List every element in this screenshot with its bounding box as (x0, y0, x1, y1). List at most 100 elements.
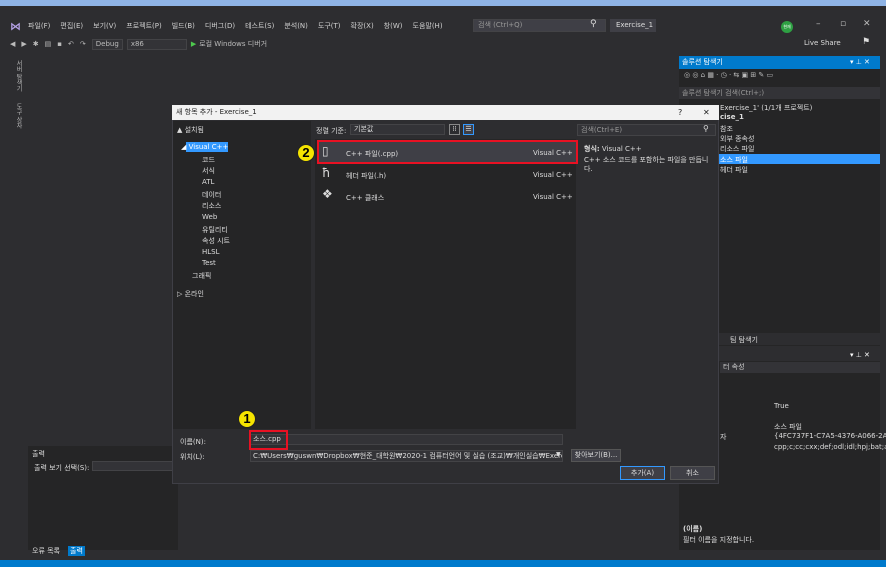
menu-extensions[interactable]: 확장(X) (351, 21, 374, 31)
restore-icon[interactable]: ▫ (840, 19, 846, 29)
properties-pin-icon[interactable]: ▾ ⊥ ✕ (850, 349, 870, 362)
sort-label: 정렬 기준: (316, 127, 347, 135)
server-explorer-tab[interactable]: 서버 탐색기 (13, 60, 23, 92)
tree-item-web[interactable]: Web (202, 213, 217, 221)
property-label-partial: 자 (720, 433, 727, 441)
cancel-button[interactable]: 취소 (670, 466, 715, 480)
config-select[interactable]: Debug (91, 38, 123, 50)
tree-item-source-files[interactable]: 소스 파일 (720, 155, 748, 165)
run-debugger-button[interactable]: 로컬 Windows 디버거 (199, 39, 267, 49)
avatar[interactable]: 현재 (781, 21, 793, 33)
forward-icon[interactable]: ▶ (21, 40, 26, 48)
tree-item-utility[interactable]: 유틸리티 (202, 225, 228, 235)
tree-item-code[interactable]: 코드 (202, 155, 215, 165)
menu-view[interactable]: 보기(V) (93, 21, 116, 31)
tree-item-test[interactable]: Test (202, 259, 216, 267)
property-value-extensions[interactable]: cpp;c;cc;cxx;def;odl;idl;hpj;bat;asm; (774, 443, 886, 451)
panel-pin-icon[interactable]: ▾ ⊥ ✕ (850, 56, 870, 69)
tree-item-references[interactable]: 참조 (720, 124, 733, 134)
menu-help[interactable]: 도움말(H) (413, 21, 443, 31)
solution-search-input[interactable]: 솔루션 탐색기 검색(Ctrl+;) (679, 87, 880, 99)
template-search-input[interactable]: 검색(Ctrl+E) (577, 124, 716, 136)
template-description: C++ 소스 코드를 포함하는 파일을 만듭니다. (584, 156, 709, 173)
type-label: 형식: (584, 145, 600, 153)
tree-item-graphics[interactable]: 그래픽 (192, 271, 211, 281)
name-field[interactable]: 소스.cpp (250, 434, 563, 445)
status-bar (0, 560, 886, 567)
platform-select[interactable]: x86 (126, 38, 187, 50)
tree-item-solution[interactable]: Exercise_1' (1/1개 프로젝트) (720, 103, 812, 113)
tab-error-list[interactable]: 오류 목록 (32, 546, 60, 556)
tree-item-hlsl[interactable]: HLSL (202, 248, 220, 256)
back-icon[interactable]: ◀ (10, 40, 15, 48)
sort-select[interactable]: 기본값 (350, 124, 445, 135)
search-icon[interactable]: ⚲ (703, 124, 709, 133)
tree-item-property-sheet[interactable]: 속성 시트 (202, 236, 230, 246)
output-source-label: 출력 보기 선택(S): (34, 464, 90, 472)
redo-icon[interactable]: ↷ (80, 40, 86, 48)
menu-file[interactable]: 파일(F) (28, 21, 50, 31)
run-icon[interactable]: ▶ (191, 40, 196, 48)
close-icon[interactable]: ✕ (703, 105, 710, 120)
window-top-strip (0, 0, 886, 6)
tree-item-external-deps[interactable]: 외부 종속성 (720, 134, 754, 144)
tree-installed[interactable]: ▲ 설치됨 (177, 125, 204, 135)
menu-tools[interactable]: 도구(T) (318, 21, 341, 31)
chevron-down-icon[interactable]: ▼ (556, 451, 561, 458)
template-cpp-class[interactable]: C++ 클래스 (346, 193, 384, 203)
annotation-box-name (249, 430, 288, 450)
undo-icon[interactable]: ↶ (68, 40, 74, 48)
property-desc-text: 필터 이름을 지정합니다. (683, 536, 755, 544)
cpp-class-icon: ❖ (322, 187, 333, 201)
callout-1: 1 (238, 410, 256, 428)
menu-debug[interactable]: 디버그(D) (205, 21, 235, 31)
tree-item-visual-cpp[interactable]: ◢ Visual C++ (181, 143, 228, 151)
menu-window[interactable]: 창(W) (384, 21, 403, 31)
property-value-true[interactable]: True (774, 402, 789, 410)
add-button[interactable]: 추가(A) (620, 466, 665, 480)
tree-item-atl[interactable]: ATL (202, 178, 214, 186)
menu-project[interactable]: 프로젝트(P) (126, 21, 161, 31)
close-window-icon[interactable]: ✕ (863, 19, 871, 29)
save-icon[interactable]: ▪ (57, 40, 62, 48)
menu-test[interactable]: 테스트(S) (245, 21, 274, 31)
tree-item-project[interactable]: cise_1 (720, 113, 744, 121)
tab-team-explorer[interactable]: 팀 탐색기 (730, 335, 758, 345)
tree-item-resource[interactable]: 리소스 (202, 201, 221, 211)
output-title: 출력 (32, 450, 45, 458)
help-button[interactable]: ? (678, 105, 682, 120)
output-source-select[interactable] (92, 461, 174, 471)
minimize-icon[interactable]: – (816, 19, 821, 29)
tree-item-visual-cpp-label: Visual C++ (188, 143, 229, 151)
grid-view-icon[interactable]: ⁞⁞ (449, 124, 460, 135)
toolbox-tab[interactable]: 도구 상자 (13, 103, 23, 129)
global-search-input[interactable]: 검색 (Ctrl+Q) (473, 19, 606, 32)
menu-analyze[interactable]: 분석(N) (284, 21, 308, 31)
live-share-button[interactable]: Live Share (804, 39, 841, 47)
menu-edit[interactable]: 편집(E) (60, 21, 83, 31)
property-value-guid[interactable]: {4FC737F1-C7A5-4376-A066-2A32 (774, 432, 886, 440)
location-field[interactable]: C:₩Users₩guswn₩Dropbox₩현준_대학원₩2020-1 컴퓨터… (250, 450, 563, 462)
tab-output[interactable]: 출력 (68, 546, 85, 556)
new-project-icon[interactable]: ✱ (33, 40, 39, 48)
tree-item-data[interactable]: 데이터 (202, 190, 221, 200)
toolbar: ◀ ▶ ✱ ▤ ▪ ↶ ↷ Debug x86 ▶ 로컬 Windows 디버거 (10, 36, 886, 52)
callout-2: 2 (297, 144, 315, 162)
annotation-box-template (317, 140, 578, 164)
property-value-name[interactable]: 소스 파일 (774, 422, 802, 432)
menu-build[interactable]: 빌드(B) (172, 21, 195, 31)
properties-object-select[interactable]: 터 속성 (720, 362, 880, 373)
bottom-tab-strip: 오류 목록 출력 (28, 545, 178, 557)
search-icon[interactable]: ⚲ (590, 19, 597, 29)
tree-online[interactable]: ▷ 온라인 (177, 289, 204, 299)
tree-item-header-files[interactable]: 헤더 파일 (720, 165, 748, 175)
tree-item-format[interactable]: 서식 (202, 166, 215, 176)
tree-item-resource-files[interactable]: 리소스 파일 (720, 144, 754, 154)
template-list (315, 139, 576, 429)
browse-button[interactable]: 찾아보기(B)... (571, 449, 621, 462)
template-header-file[interactable]: 헤더 파일(.h) (346, 171, 386, 181)
open-folder-icon[interactable]: ▤ (45, 40, 52, 48)
list-view-icon[interactable]: ☰ (463, 124, 474, 135)
solution-toolbar-icon[interactable]: ◎ ◎ ⌂ ▦ · ◷ · ⇆ ▣ ⊞ ✎ ▭ (684, 71, 773, 79)
feedback-icon[interactable]: ⚑ (862, 37, 870, 47)
